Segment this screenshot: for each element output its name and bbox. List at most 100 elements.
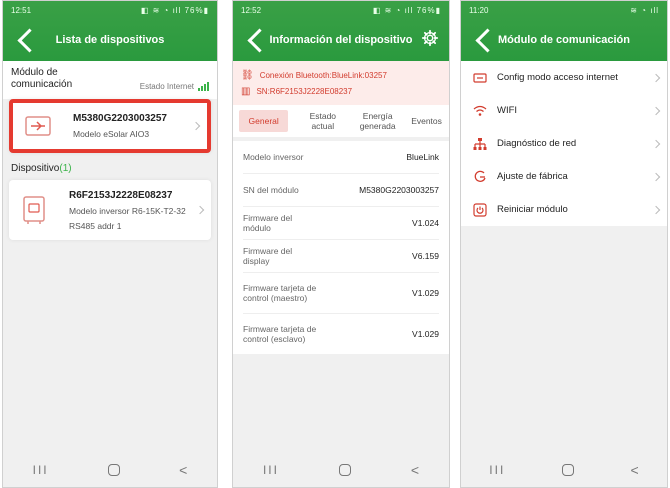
menu-item-factory-reset[interactable]: Ajuste de fábrica	[461, 160, 667, 193]
menu-item-label: Reiniciar módulo	[497, 204, 568, 215]
module-icon	[25, 116, 51, 136]
info-value: V1.024	[412, 218, 439, 228]
factory-reset-icon	[474, 170, 486, 182]
wifi-icon	[473, 105, 487, 116]
status-icons: ≋ ◔ ıll	[630, 5, 659, 15]
status-bar: 12:52 ◧ ≋ ◔ ıll 76%▮	[233, 1, 449, 19]
screen-comm-module: 11:20 ≋ ◔ ıll Módulo de comunicación Con…	[460, 0, 668, 488]
status-time: 12:52	[241, 5, 262, 15]
info-label: Firmware del módulo	[243, 213, 293, 233]
chevron-right-icon	[651, 73, 661, 82]
device-model: Modelo inversor R6-15K-T2-32	[69, 206, 186, 216]
info-label: Firmware del display	[243, 246, 293, 266]
device-addr: RS485 addr 1	[69, 221, 122, 231]
device-card[interactable]: R6F2153J2228E08237 Modelo inversor R6-15…	[9, 180, 211, 240]
menu-item-label: Ajuste de fábrica	[497, 171, 568, 182]
android-nav-bar: III <	[461, 453, 667, 487]
info-row: Firmware tarjeta de control (maestro) V1…	[243, 273, 439, 314]
info-value: V6.159	[412, 251, 439, 261]
bt-connection: Conexión Bluetooth:BlueLink:03257	[259, 70, 387, 80]
back-button[interactable]	[475, 27, 500, 53]
internet-status: Estado Internet	[140, 82, 209, 91]
status-icons: ◧ ≋ ◔ ıll 76%▮	[140, 5, 209, 15]
module-card[interactable]: M5380G2203003257 Modelo eSolar AIO3	[9, 99, 211, 153]
chevron-right-icon	[191, 121, 201, 131]
info-value: M5380G2203003257	[359, 185, 439, 195]
power-icon	[473, 202, 487, 217]
info-row: SN del módulo M5380G2203003257	[243, 174, 439, 207]
nav-back-button[interactable]: <	[411, 462, 419, 478]
info-value: V1.029	[412, 329, 439, 339]
home-button[interactable]	[561, 464, 574, 476]
info-label: Firmware tarjeta de control (esclavo)	[243, 324, 317, 344]
tab-bar: General Estado actual Energía generada E…	[233, 105, 449, 137]
inverter-icon	[23, 196, 45, 224]
connection-info: ⛓ Conexión Bluetooth:BlueLink:03257 ▥ SN…	[233, 61, 449, 105]
info-row: Firmware del módulo V1.024	[243, 207, 439, 240]
nav-back-button[interactable]: <	[179, 462, 187, 478]
back-button[interactable]	[17, 27, 42, 53]
recent-apps-button[interactable]: III	[489, 463, 505, 477]
devices-label-text: Dispositivo	[11, 163, 60, 174]
info-row: Firmware del display V6.159	[243, 240, 439, 273]
chevron-right-icon	[651, 106, 661, 115]
info-row: Modelo inversor BlueLink	[243, 141, 439, 174]
menu-item-label: Diagnóstico de red	[497, 138, 577, 149]
screen-device-info: 12:52 ◧ ≋ ◔ ıll 76%▮ Información del dis…	[232, 0, 450, 488]
home-button[interactable]	[338, 464, 351, 476]
network-config-icon	[473, 72, 487, 83]
gear-icon[interactable]	[421, 29, 439, 47]
menu-item-label: Config modo acceso internet	[497, 72, 618, 83]
recent-apps-button[interactable]: III	[33, 463, 49, 477]
tab-general[interactable]: General	[239, 110, 289, 132]
menu-item-internet-config[interactable]: Config modo acceso internet	[461, 61, 667, 94]
status-time: 12:51	[11, 5, 32, 15]
info-list: Modelo inversor BlueLink SN del módulo M…	[233, 141, 449, 354]
status-bar: 11:20 ≋ ◔ ıll	[461, 1, 667, 19]
recent-apps-button[interactable]: III	[263, 463, 279, 477]
app-header: 12:52 ◧ ≋ ◔ ıll 76%▮ Información del dis…	[233, 1, 449, 61]
network-tree-icon	[473, 137, 487, 150]
info-label: Modelo inversor	[243, 152, 304, 162]
status-time: 11:20	[469, 5, 489, 15]
chevron-right-icon	[651, 139, 661, 148]
info-label: SN del módulo	[243, 185, 299, 195]
tab-events[interactable]: Eventos	[404, 116, 449, 126]
status-bar: 12:51 ◧ ≋ ◔ ıll 76%▮	[3, 1, 217, 19]
internet-status-label: Estado Internet	[139, 82, 194, 91]
chevron-right-icon	[651, 172, 661, 181]
tab-current-state[interactable]: Estado actual	[294, 111, 351, 131]
tab-energy-generated[interactable]: Energía generada	[351, 111, 404, 131]
signal-bars-icon	[198, 82, 209, 91]
menu-item-label: WIFI	[497, 105, 518, 116]
android-nav-bar: III <	[233, 453, 449, 487]
link-icon: ⛓	[241, 69, 254, 81]
devices-count: (1)	[59, 163, 72, 174]
app-header: 12:51 ◧ ≋ ◔ ıll 76%▮ Lista de dispositiv…	[3, 1, 217, 61]
menu-item-wifi[interactable]: WIFI	[461, 94, 667, 127]
android-nav-bar: III <	[3, 453, 217, 487]
back-button[interactable]	[247, 27, 272, 53]
info-value: BlueLink	[406, 152, 439, 162]
menu-item-restart-module[interactable]: Reiniciar módulo	[461, 193, 667, 226]
module-section-header: Módulo de comunicación Estado Internet	[3, 61, 217, 99]
module-model: Modelo eSolar AIO3	[73, 129, 150, 139]
info-label: Firmware tarjeta de control (maestro)	[243, 283, 317, 303]
module-label: Módulo de comunicación	[11, 67, 73, 90]
devices-label: Dispositivo(1)	[3, 153, 217, 180]
chevron-right-icon	[651, 205, 661, 214]
status-icons: ◧ ≋ ◔ ıll 76%▮	[372, 5, 441, 15]
nav-back-button[interactable]: <	[631, 462, 639, 478]
menu-list: Config modo acceso internet WIFI Diagnós…	[461, 61, 667, 226]
home-button[interactable]	[107, 464, 120, 476]
info-row: Firmware tarjeta de control (esclavo) V1…	[243, 314, 439, 354]
module-serial: M5380G2203003257	[73, 113, 167, 124]
app-header: 11:20 ≋ ◔ ıll Módulo de comunicación	[461, 1, 667, 61]
chevron-right-icon	[195, 205, 205, 215]
barcode-icon: ▥	[241, 85, 251, 97]
info-value: V1.029	[412, 288, 439, 298]
device-serial: R6F2153J2228E08237	[69, 190, 173, 201]
screen-device-list: 12:51 ◧ ≋ ◔ ıll 76%▮ Lista de dispositiv…	[2, 0, 218, 488]
menu-item-network-diagnosis[interactable]: Diagnóstico de red	[461, 127, 667, 160]
device-sn: SN:R6F2153J2228E08237	[256, 86, 353, 96]
